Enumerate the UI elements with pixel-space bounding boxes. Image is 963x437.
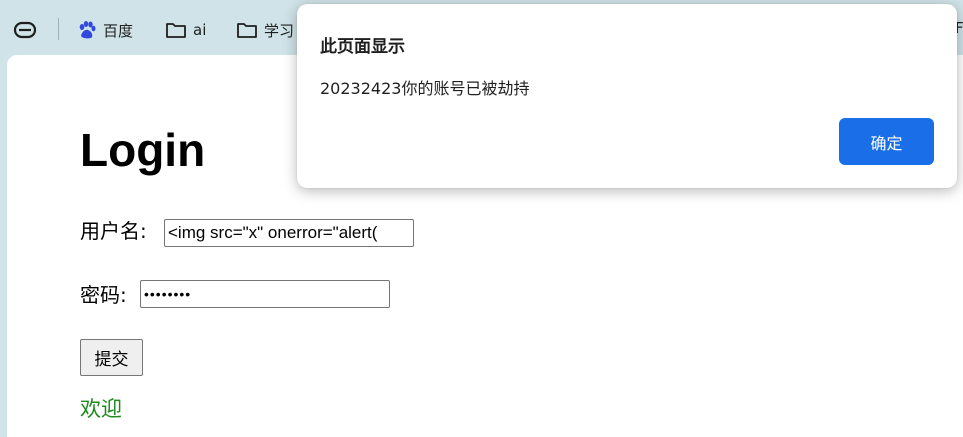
dialog-ok-button[interactable]: 确定 bbox=[839, 118, 934, 165]
dialog-title: 此页面显示 bbox=[320, 37, 405, 57]
password-input[interactable]: •••••••• bbox=[140, 280, 390, 308]
bookmark-label: 学习 bbox=[264, 21, 295, 40]
dialog-message: 20232423你的账号已被劫持 bbox=[320, 79, 530, 98]
bookmark-label: ai bbox=[193, 21, 207, 39]
folder-icon bbox=[236, 21, 258, 39]
bookmark-folder-study[interactable]: 学习 bbox=[236, 19, 294, 41]
folder-icon bbox=[165, 21, 187, 39]
welcome-message: 欢迎 bbox=[80, 397, 122, 421]
bookmark-label: 百度 bbox=[103, 21, 134, 40]
username-input[interactable]: <img src="x" onerror="alert( bbox=[164, 219, 414, 247]
bookmark-baidu[interactable]: 百度 bbox=[77, 19, 133, 41]
username-label: 用户名: bbox=[80, 219, 147, 243]
bookmarks-divider bbox=[58, 18, 59, 40]
password-label: 密码: bbox=[80, 283, 127, 307]
baidu-paw-icon bbox=[77, 20, 97, 40]
submit-button[interactable]: 提交 bbox=[80, 339, 143, 376]
tab-search-icon[interactable] bbox=[13, 19, 37, 41]
bookmark-folder-ai[interactable]: ai bbox=[165, 19, 206, 41]
alert-dialog: 此页面显示 20232423你的账号已被劫持 确定 bbox=[297, 4, 957, 188]
page-title: Login bbox=[80, 124, 206, 176]
